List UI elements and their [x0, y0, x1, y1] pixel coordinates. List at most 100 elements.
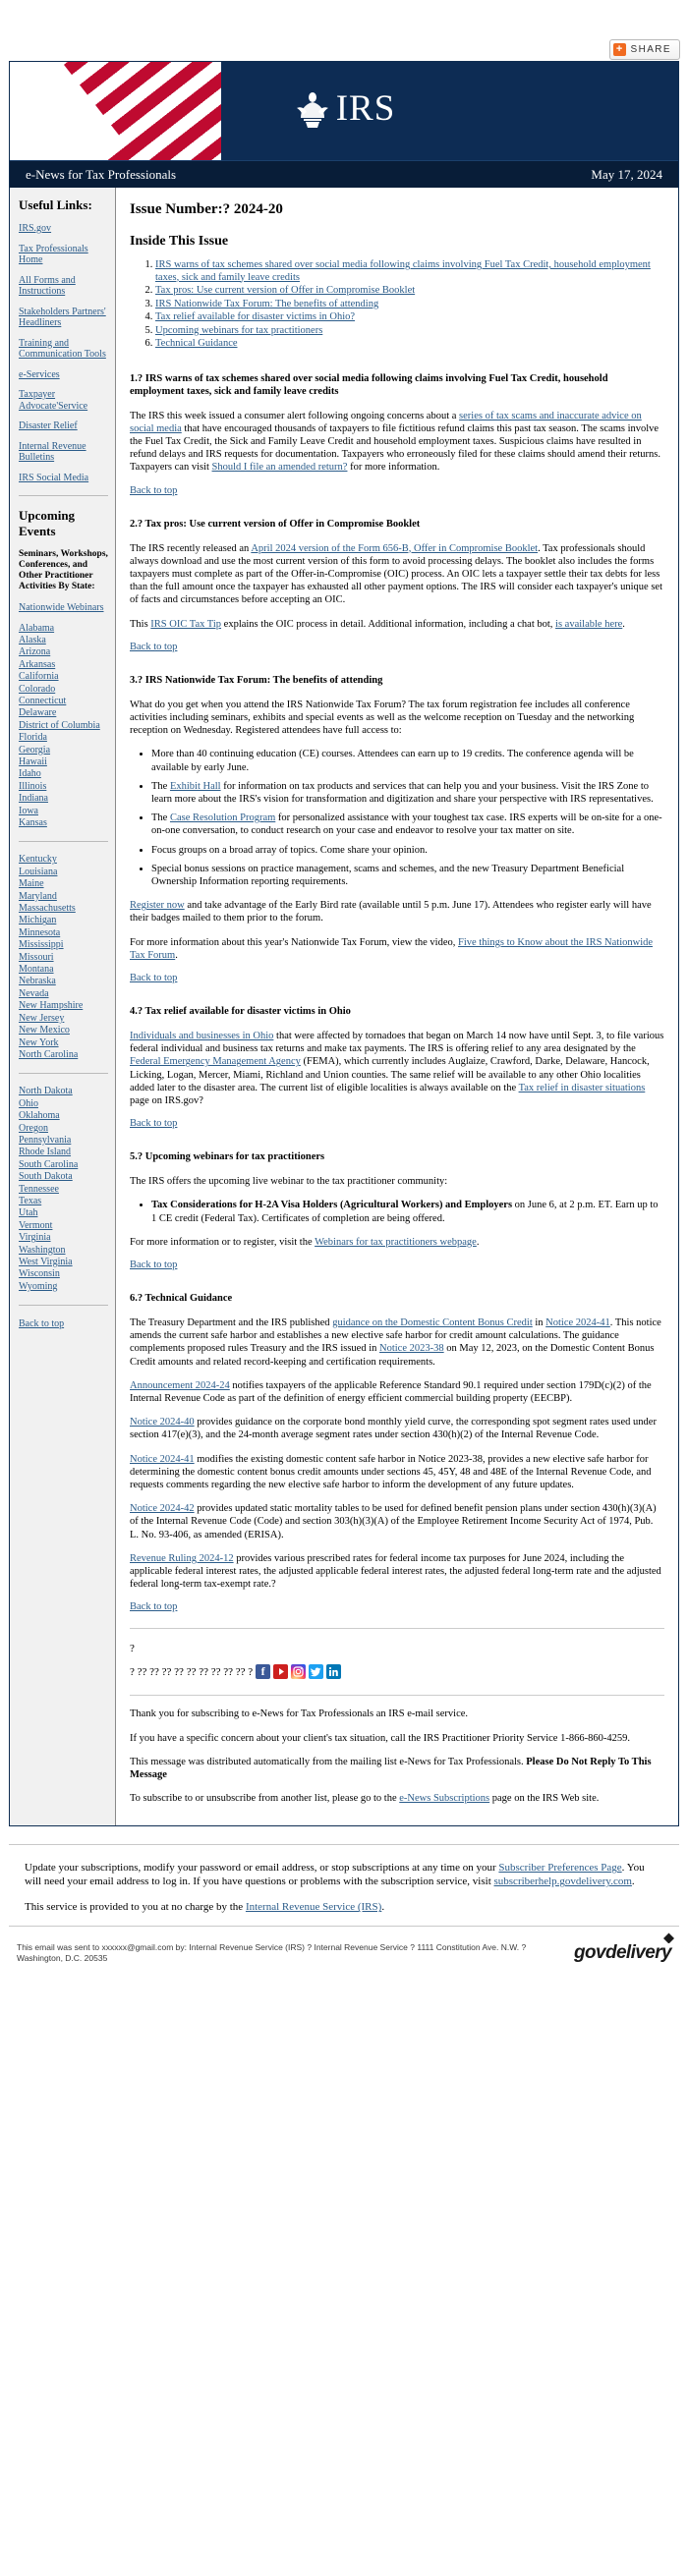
- link-notice-2023-38[interactable]: Notice 2023-38: [379, 1343, 444, 1354]
- sidebar-state-link[interactable]: New Mexico: [19, 1025, 108, 1036]
- sidebar-state-link[interactable]: Washington: [19, 1245, 108, 1257]
- link-form-656-b-booklet[interactable]: April 2024 version of the Form 656-B, Of…: [251, 543, 538, 554]
- sidebar-state-link[interactable]: Mississippi: [19, 939, 108, 951]
- sidebar-state-link[interactable]: Arizona: [19, 646, 108, 658]
- sidebar-state-link[interactable]: South Dakota: [19, 1171, 108, 1183]
- sidebar-state-link[interactable]: Rhode Island: [19, 1147, 108, 1158]
- link-notice-2024-41[interactable]: Notice 2024-41: [545, 1317, 610, 1328]
- link-revenue-ruling-2024-12[interactable]: Revenue Ruling 2024-12: [130, 1553, 234, 1564]
- sidebar-state-link[interactable]: District of Columbia: [19, 720, 108, 732]
- link-subscriber-preferences-page[interactable]: Subscriber Preferences Page: [498, 1862, 621, 1874]
- sidebar-state-link[interactable]: California: [19, 671, 108, 683]
- sidebar-link-tax-professionals-home[interactable]: Tax Professionals Home: [19, 244, 108, 266]
- sidebar-state-link[interactable]: Oregon: [19, 1123, 108, 1135]
- sidebar-state-link[interactable]: Alaska: [19, 635, 108, 646]
- link-fema[interactable]: Federal Emergency Management Agency: [130, 1056, 301, 1067]
- sidebar-link-irs-social-media[interactable]: IRS Social Media: [19, 473, 108, 484]
- link-register-now[interactable]: Register now: [130, 900, 185, 911]
- sidebar-state-link[interactable]: Oklahoma: [19, 1110, 108, 1122]
- link-is-available-here[interactable]: is available here: [555, 619, 622, 630]
- link-e-news-subscriptions[interactable]: e-News Subscriptions: [399, 1793, 489, 1804]
- back-to-top-link[interactable]: Back to top: [130, 1260, 177, 1270]
- sidebar-state-link[interactable]: New Hampshire: [19, 1000, 108, 1012]
- sidebar-state-link[interactable]: Maryland: [19, 891, 108, 903]
- sidebar-state-link[interactable]: Texas: [19, 1196, 108, 1207]
- sidebar-state-link[interactable]: North Carolina: [19, 1049, 108, 1061]
- back-to-top-link[interactable]: Back to top: [130, 1118, 177, 1129]
- facebook-icon[interactable]: f: [256, 1664, 271, 1680]
- sidebar-state-link[interactable]: Wyoming: [19, 1281, 108, 1293]
- sidebar-state-link[interactable]: Utah: [19, 1207, 108, 1219]
- sidebar-link-internal-revenue-bulletins[interactable]: Internal Revenue Bulletins: [19, 441, 108, 464]
- sidebar-state-link[interactable]: Massachusetts: [19, 903, 108, 915]
- link-exhibit-hall[interactable]: Exhibit Hall: [170, 781, 221, 792]
- back-to-top-link[interactable]: Back to top: [130, 485, 177, 496]
- link-webinars-for-tax-practitioners[interactable]: Webinars for tax practitioners webpage: [315, 1237, 477, 1248]
- sidebar-state-link[interactable]: Ohio: [19, 1098, 108, 1110]
- sidebar-state-link[interactable]: Delaware: [19, 707, 108, 719]
- back-to-top-link[interactable]: Back to top: [130, 642, 177, 652]
- sidebar-link-e-services[interactable]: e-Services: [19, 369, 108, 381]
- toc-link[interactable]: Upcoming webinars for tax practitioners: [155, 325, 322, 336]
- sidebar-link-nationwide-webinars[interactable]: Nationwide Webinars: [19, 602, 108, 614]
- toc-link[interactable]: IRS warns of tax schemes shared over soc…: [155, 259, 651, 283]
- sidebar-state-link[interactable]: Michigan: [19, 915, 108, 926]
- toc-link[interactable]: Tax relief available for disaster victim…: [155, 311, 355, 322]
- sidebar-state-link[interactable]: Virginia: [19, 1232, 108, 1244]
- sidebar-state-link[interactable]: Pennsylvania: [19, 1135, 108, 1147]
- sidebar-state-link[interactable]: North Dakota: [19, 1086, 108, 1097]
- sidebar-state-link[interactable]: Connecticut: [19, 696, 108, 707]
- sidebar-state-link[interactable]: Florida: [19, 732, 108, 744]
- link-notice-2024-40[interactable]: Notice 2024-40: [130, 1417, 195, 1428]
- sidebar-state-link[interactable]: Idaho: [19, 768, 108, 780]
- share-button[interactable]: + SHARE: [608, 39, 680, 60]
- link-tax-relief-in-disaster-situations[interactable]: Tax relief in disaster situations: [519, 1083, 646, 1093]
- link-notice-2024-41-b[interactable]: Notice 2024-41: [130, 1454, 195, 1465]
- youtube-icon[interactable]: [273, 1664, 289, 1680]
- back-to-top-link[interactable]: Back to top: [130, 1601, 177, 1612]
- sidebar-state-link[interactable]: Nebraska: [19, 976, 108, 987]
- link-internal-revenue-service[interactable]: Internal Revenue Service (IRS): [246, 1901, 381, 1913]
- back-to-top-link[interactable]: Back to top: [130, 973, 177, 983]
- instagram-icon[interactable]: [291, 1664, 307, 1680]
- link-irs-oic-tax-tip[interactable]: IRS OIC Tax Tip: [150, 619, 221, 630]
- sidebar-link-all-forms-and-instructions[interactable]: All Forms and Instructions: [19, 275, 108, 298]
- sidebar-state-link[interactable]: Minnesota: [19, 927, 108, 939]
- sidebar-state-link[interactable]: Kansas: [19, 817, 108, 829]
- sidebar-state-link[interactable]: Alabama: [19, 623, 108, 635]
- sidebar-state-link[interactable]: Arkansas: [19, 659, 108, 671]
- sidebar-state-link[interactable]: New Jersey: [19, 1013, 108, 1025]
- linkedin-icon[interactable]: [326, 1664, 342, 1680]
- sidebar-state-link[interactable]: Colorado: [19, 684, 108, 696]
- link-announcement-2024-24[interactable]: Announcement 2024-24: [130, 1380, 230, 1391]
- toc-link[interactable]: Technical Guidance: [155, 338, 238, 349]
- sidebar-state-link[interactable]: Missouri: [19, 952, 108, 964]
- sidebar-state-link[interactable]: Illinois: [19, 781, 108, 793]
- link-should-i-file-an-amended-return[interactable]: Should I file an amended return?: [212, 462, 348, 473]
- sidebar-link-taxpayer-advocate-service[interactable]: Taxpayer Advocate'Service: [19, 389, 108, 412]
- sidebar-state-link[interactable]: Maine: [19, 878, 108, 890]
- sidebar-state-link[interactable]: Wisconsin: [19, 1268, 108, 1280]
- sidebar-back-to-top-link[interactable]: Back to top: [19, 1318, 64, 1329]
- sidebar-state-link[interactable]: West Virginia: [19, 1257, 108, 1268]
- sidebar-state-link[interactable]: Vermont: [19, 1220, 108, 1232]
- twitter-icon[interactable]: [309, 1664, 324, 1680]
- sidebar-state-link[interactable]: Montana: [19, 964, 108, 976]
- sidebar-state-link[interactable]: Indiana: [19, 793, 108, 805]
- sidebar-link-disaster-relief[interactable]: Disaster Relief: [19, 420, 108, 432]
- sidebar-state-link[interactable]: South Carolina: [19, 1159, 108, 1171]
- link-subscriberhelp[interactable]: subscriberhelp.govdelivery.com: [494, 1876, 632, 1887]
- sidebar-state-link[interactable]: Georgia: [19, 745, 108, 756]
- sidebar-state-link[interactable]: Tennessee: [19, 1184, 108, 1196]
- link-domestic-content-bonus-credit[interactable]: guidance on the Domestic Content Bonus C…: [332, 1317, 533, 1328]
- sidebar-state-link[interactable]: Hawaii: [19, 756, 108, 768]
- sidebar-state-link[interactable]: Nevada: [19, 988, 108, 1000]
- toc-link[interactable]: IRS Nationwide Tax Forum: The benefits o…: [155, 299, 378, 309]
- sidebar-state-link[interactable]: Louisiana: [19, 867, 108, 878]
- sidebar-state-link[interactable]: New York: [19, 1037, 108, 1049]
- sidebar-link-stakeholders-partners-headliners[interactable]: Stakeholders Partners' Headliners: [19, 307, 108, 329]
- link-individuals-and-businesses-in-ohio[interactable]: Individuals and businesses in Ohio: [130, 1031, 273, 1041]
- sidebar-link-irs-gov[interactable]: IRS.gov: [19, 223, 108, 235]
- sidebar-link-training-and-communication-tools[interactable]: Training and Communication Tools: [19, 338, 108, 361]
- link-notice-2024-42[interactable]: Notice 2024-42: [130, 1503, 195, 1514]
